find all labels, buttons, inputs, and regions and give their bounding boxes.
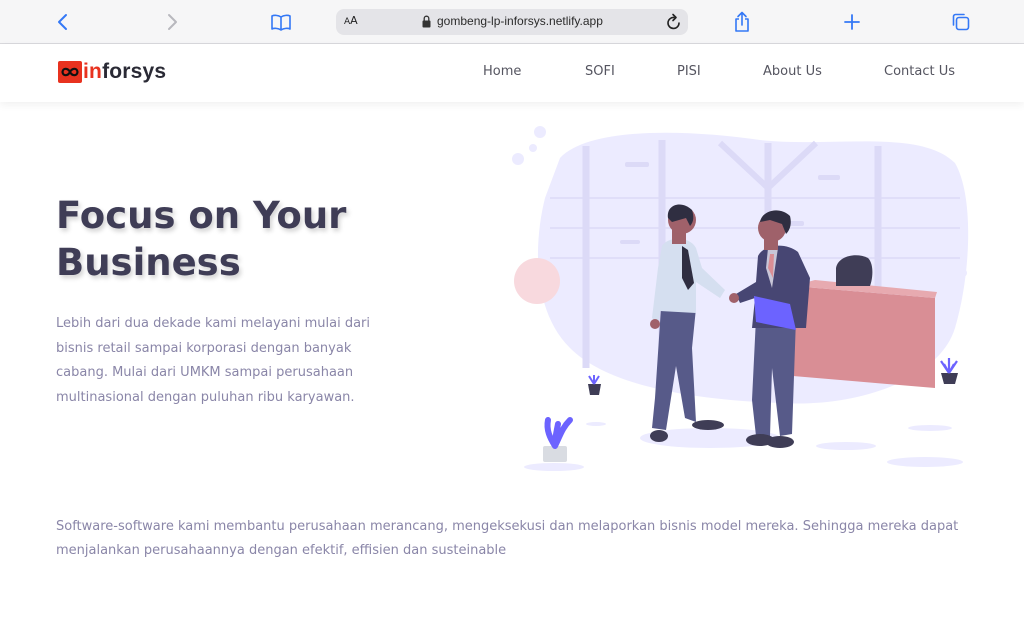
nav-contact-us[interactable]: Contact Us	[884, 64, 955, 79]
hero-description: Lebih dari dua dekade kami melayani mula…	[56, 316, 370, 405]
bookmarks-button[interactable]	[267, 8, 295, 36]
chevron-left-icon	[58, 14, 67, 30]
book-icon	[271, 14, 291, 31]
plus-icon	[844, 14, 860, 30]
forward-button[interactable]	[158, 8, 186, 36]
hero-title: Focus on Your Business	[56, 194, 347, 284]
new-tab-button[interactable]	[838, 8, 866, 36]
main-nav: Home SOFI PISI About Us Contact Us	[0, 64, 1024, 84]
nav-home[interactable]: Home	[483, 64, 521, 79]
reload-icon[interactable]	[666, 13, 682, 31]
address-bar[interactable]: AA gombeng-lp-inforsys.netlify.app	[336, 9, 688, 35]
nav-sofi[interactable]: SOFI	[585, 64, 615, 79]
business-handshake-illustration	[512, 126, 969, 471]
share-icon	[735, 11, 749, 32]
nav-pisi[interactable]: PISI	[677, 64, 701, 79]
chevron-right-icon	[168, 14, 177, 30]
intro-text: Software-software kami membantu perusaha…	[56, 519, 959, 558]
share-button[interactable]	[728, 8, 756, 36]
tabs-icon	[952, 13, 970, 31]
tabs-overview-button[interactable]	[947, 8, 975, 36]
browser-toolbar: AA gombeng-lp-inforsys.netlify.app	[0, 0, 1024, 44]
site-header: inforsys Home SOFI PISI About Us Contact…	[0, 44, 1024, 102]
back-button[interactable]	[49, 8, 77, 36]
reader-mode-button[interactable]: AA	[344, 14, 358, 27]
nav-about-us[interactable]: About Us	[763, 64, 822, 79]
url-text: gombeng-lp-inforsys.netlify.app	[437, 14, 603, 28]
lock-icon	[422, 15, 431, 28]
